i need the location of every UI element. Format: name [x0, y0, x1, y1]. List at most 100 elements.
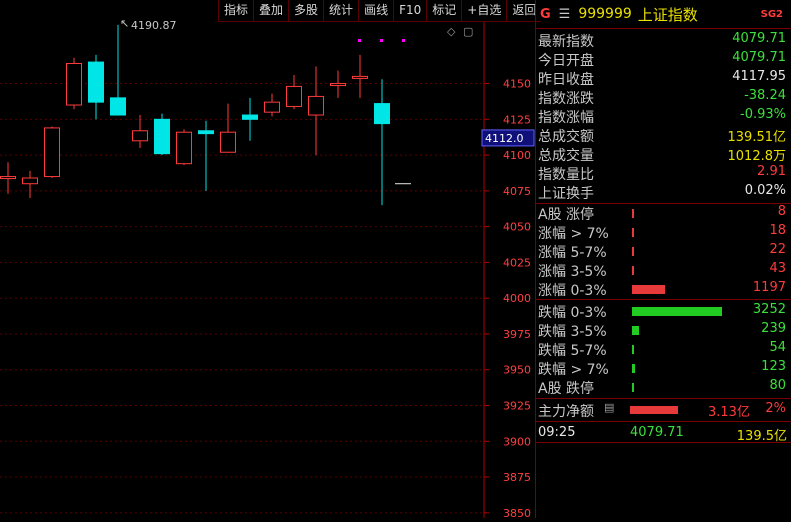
toolbar-multistock-button[interactable]: 多股 — [288, 0, 324, 22]
y-tick-label: 3875 — [503, 471, 531, 484]
y-tick-label: 4050 — [503, 221, 531, 234]
breadth-up-label: A股 涨停 — [538, 207, 595, 223]
quote-row[interactable]: 总成交额 139.51亿 — [538, 126, 788, 145]
high-marker: ↖ — [120, 17, 129, 30]
quote-label: 总成交额 — [538, 129, 594, 145]
breadth-down-row[interactable]: 跌幅 3-5% 239 — [538, 321, 788, 340]
candle-body — [132, 130, 148, 142]
y-tick-label: 4100 — [503, 149, 531, 162]
stock-code: 999999 — [578, 6, 632, 22]
y-tick-label: 3850 — [503, 507, 531, 518]
y-tick-label: 3950 — [503, 364, 531, 377]
breadth-up-row[interactable]: 涨幅 5-7% 22 — [538, 242, 788, 261]
high-price-label: 4190.87 — [131, 19, 177, 32]
signal-dot — [380, 39, 383, 42]
breadth-down-label: A股 跌停 — [538, 381, 595, 397]
quote-row[interactable]: 今日开盘 4079.71 — [538, 50, 788, 69]
chart-tool-icons[interactable]: ◇ ▢ — [447, 25, 473, 38]
stock-name: 上证指数 — [637, 5, 698, 24]
quote-row[interactable]: 总成交量 1012.8万 — [538, 145, 788, 164]
tick-time: 09:25 — [538, 425, 576, 440]
candle-body — [220, 131, 236, 153]
quote-value: 4079.71 — [732, 31, 786, 46]
quote-row[interactable]: 最新指数 4079.71 — [538, 31, 788, 50]
menu-icon[interactable]: ☰ — [559, 7, 571, 22]
breadth-down-row[interactable]: A股 跌停 80 — [538, 378, 788, 397]
quote-row[interactable]: 指数量比 2.91 — [538, 164, 788, 183]
candle-body — [110, 97, 126, 116]
breadth-up-row[interactable]: 涨幅 3-5% 43 — [538, 261, 788, 280]
signal-dot — [402, 39, 405, 42]
breadth-up-bar — [632, 228, 634, 237]
breadth-up-bar — [632, 209, 634, 218]
tick-row: 09:25 4079.71 139.5亿 — [536, 422, 791, 444]
breadth-up-label: 涨幅 5-7% — [538, 245, 607, 261]
breadth-up-value: 18 — [769, 223, 786, 238]
quote-row[interactable]: 指数涨跌 -38.24 — [538, 88, 788, 107]
net-flow-pct: 2% — [765, 401, 786, 416]
y-tick-label: 4075 — [503, 185, 531, 198]
net-flow-row[interactable]: 主力净额 ▤ 3.13亿 2% — [538, 401, 788, 420]
chart-canvas[interactable]: 4150 4125 4100 4075 4050 4025 4000 3975 3950 3925… — [0, 0, 535, 520]
quote-value: 4117.95 — [732, 69, 786, 84]
candle-body — [242, 114, 258, 120]
breadth-down-label: 跌幅 3-5% — [538, 324, 607, 340]
divider — [536, 442, 791, 443]
toolbar-draw-button[interactable]: 画线 — [358, 0, 394, 22]
candle-body — [88, 61, 104, 103]
quote-row[interactable]: 上证换手 0.02% — [538, 183, 788, 202]
breadth-down-bar — [632, 383, 634, 392]
list-icon[interactable]: ▤ — [604, 401, 614, 414]
breadth-down-label: 跌幅 0-3% — [538, 305, 607, 321]
breadth-down-label: 跌幅 5-7% — [538, 343, 607, 359]
y-tick-label: 3900 — [503, 435, 531, 448]
breadth-down-value: 123 — [761, 359, 786, 374]
candle-body — [66, 63, 82, 106]
candlestick-chart[interactable]: 4150 4125 4100 4075 4050 4025 4000 3975 3950 3925… — [0, 0, 535, 520]
breadth-down-value: 3252 — [752, 302, 786, 317]
breadth-up-row[interactable]: A股 涨停 8 — [538, 204, 788, 223]
toolbar-overlay-button[interactable]: 叠加 — [253, 0, 289, 22]
breadth-down-bar — [632, 364, 635, 373]
breadth-down-value: 54 — [769, 340, 786, 355]
quote-label: 昨日收盘 — [538, 72, 594, 88]
y-tick-label: 4125 — [503, 113, 531, 126]
group-badge[interactable]: G — [540, 7, 551, 22]
breadth-up-bar — [632, 285, 665, 294]
breadth-up-row[interactable]: 涨幅 > 7% 18 — [538, 223, 788, 242]
sg-tag[interactable]: SG2 — [761, 9, 783, 20]
toolbar-indicator-button[interactable]: 指标 — [218, 0, 254, 22]
y-tick-label: 4025 — [503, 256, 531, 269]
divider — [536, 28, 791, 29]
diamond-icon[interactable]: ◇ — [447, 25, 455, 38]
candle-body — [176, 131, 192, 165]
toolbar-watchlist-button[interactable]: +自选 — [461, 0, 507, 22]
quote-label: 总成交量 — [538, 148, 594, 164]
candle-body — [374, 103, 390, 125]
quote-label: 指数量比 — [538, 167, 594, 183]
breadth-down-value: 239 — [761, 321, 786, 336]
quote-row[interactable]: 昨日收盘 4117.95 — [538, 69, 788, 88]
toolbar-f10-button[interactable]: F10 — [393, 0, 427, 22]
quote-label: 指数涨幅 — [538, 110, 594, 126]
tick-price: 4079.71 — [630, 425, 684, 440]
window-icon[interactable]: ▢ — [463, 25, 473, 38]
breadth-down-value: 80 — [769, 378, 786, 393]
toolbar-mark-button[interactable]: 标记 — [426, 0, 462, 22]
divider — [536, 398, 791, 399]
chart-toolbar: 指标 叠加 多股 统计 画线 F10 标记 +自选 返回 — [218, 0, 542, 22]
quote-value: 2.91 — [757, 164, 786, 179]
quote-value: 1012.8万 — [727, 149, 787, 164]
candle-body — [308, 95, 324, 116]
net-flow-bar — [630, 406, 678, 414]
breadth-down-row[interactable]: 跌幅 > 7% 123 — [538, 359, 788, 378]
breadth-up-row[interactable]: 涨幅 0-3% 1197 — [538, 280, 788, 299]
signal-dot — [358, 39, 361, 42]
toolbar-stats-button[interactable]: 统计 — [323, 0, 359, 22]
candle-body — [352, 75, 368, 79]
candle-body — [198, 130, 214, 135]
breadth-up-label: 涨幅 0-3% — [538, 283, 607, 299]
quote-row[interactable]: 指数涨幅 -0.93% — [538, 107, 788, 126]
breadth-down-row[interactable]: 跌幅 0-3% 3252 — [538, 302, 788, 321]
breadth-down-row[interactable]: 跌幅 5-7% 54 — [538, 340, 788, 359]
